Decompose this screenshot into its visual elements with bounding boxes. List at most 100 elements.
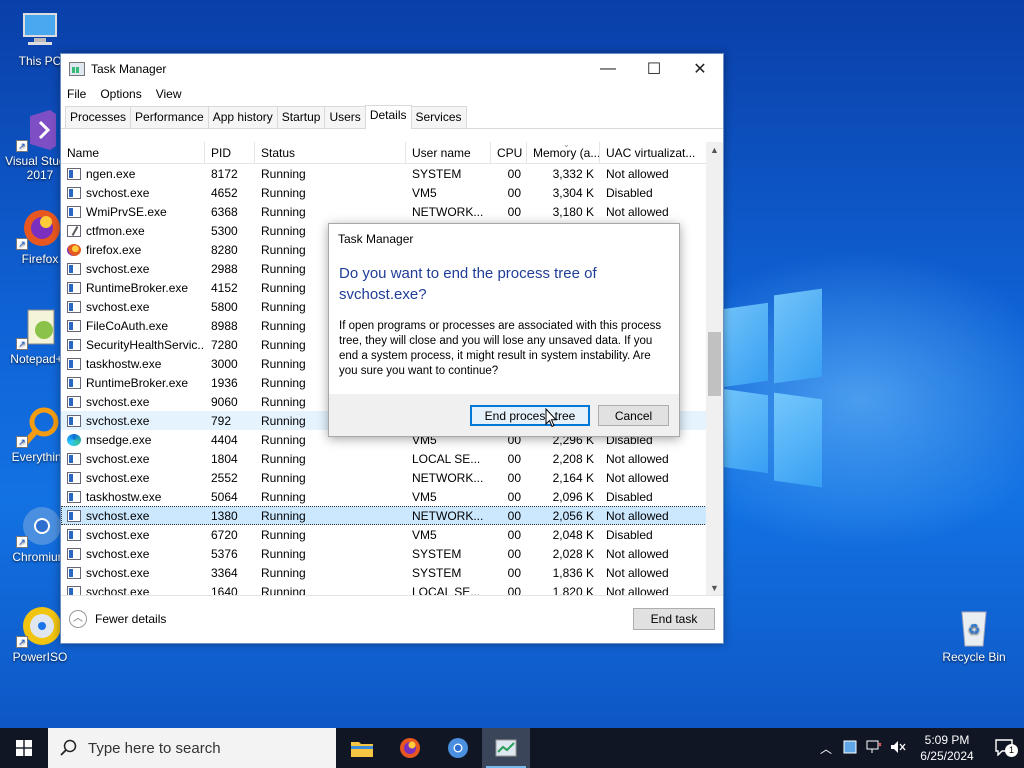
application-icon <box>67 566 81 579</box>
column-header-memory[interactable]: ⌄ Memory (a... <box>527 142 600 163</box>
column-header-pid[interactable]: PID <box>205 142 255 163</box>
pid-cell: 3364 <box>211 565 238 580</box>
tab-services[interactable]: Services <box>410 106 467 128</box>
column-header-name[interactable]: Name <box>61 142 205 163</box>
table-row[interactable]: svchost.exe 2552 Running NETWORK... 00 2,164 … <box>61 468 723 487</box>
memory-cell: 2,096 K <box>552 489 594 504</box>
clock[interactable]: 5:09 PM 6/25/2024 <box>910 732 984 764</box>
application-icon <box>67 414 81 427</box>
uac-cell: Not allowed <box>606 204 669 219</box>
end-process-tree-button[interactable]: End process tree <box>470 405 590 426</box>
tab-users[interactable]: Users <box>324 106 366 128</box>
menu-view[interactable]: View <box>156 87 182 101</box>
table-row[interactable]: svchost.exe 6720 Running VM5 00 2,048 K Disabl… <box>61 525 723 544</box>
tab-app-history[interactable]: App history <box>207 106 278 128</box>
chromium-icon <box>448 738 468 758</box>
end-process-tree-dialog: Task Manager Do you want to end the proc… <box>328 223 680 437</box>
process-name-cell: taskhostw.exe <box>61 357 205 371</box>
cancel-button[interactable]: Cancel <box>598 405 669 426</box>
table-row[interactable]: svchost.exe 1804 Running LOCAL SE... 00 2,208… <box>61 449 723 468</box>
uac-cell: Not allowed <box>606 508 669 523</box>
everything-search-icon: ↗ <box>16 404 64 448</box>
column-header-uac[interactable]: UAC virtualizat... <box>600 142 697 163</box>
application-icon <box>67 547 81 560</box>
volume-muted-icon[interactable] <box>886 740 910 757</box>
network-tray-icon[interactable] <box>838 740 862 757</box>
maximize-icon: ☐ <box>646 60 662 78</box>
cpu-cell: 00 <box>507 185 521 200</box>
user-name-cell: SYSTEM <box>412 565 462 580</box>
table-row[interactable]: WmiPrvSE.exe 6368 Running NETWORK... 00 3,180… <box>61 202 723 221</box>
user-name-cell: NETWORK... <box>412 508 484 523</box>
menu-file[interactable]: File <box>67 87 86 101</box>
chevron-up-icon[interactable]: ︿ <box>814 740 838 757</box>
desktop-icon-recycle-bin[interactable]: ♻ Recycle Bin <box>936 604 1012 664</box>
svg-text:♻: ♻ <box>968 621 981 637</box>
memory-cell: 2,028 K <box>552 546 594 561</box>
table-row[interactable]: svchost.exe 4652 Running VM5 00 3,304 K Disabl… <box>61 183 723 202</box>
title-bar[interactable]: Task Manager — ☐ ✕ <box>61 54 723 83</box>
taskbar-search-box[interactable]: Type here to search <box>48 728 336 768</box>
user-name-cell: SYSTEM <box>412 166 462 181</box>
task-manager-icon <box>495 739 517 757</box>
vertical-scrollbar[interactable]: ▲ ▼ <box>706 142 723 597</box>
pid-cell: 1936 <box>211 375 238 390</box>
start-button[interactable] <box>0 728 48 768</box>
process-name-cell: FileCoAuth.exe <box>61 319 205 333</box>
taskbar-chromium[interactable] <box>434 728 482 768</box>
cpu-cell: 00 <box>507 489 521 504</box>
process-name-cell: RuntimeBroker.exe <box>61 376 205 390</box>
scroll-up-icon[interactable]: ▲ <box>706 142 723 159</box>
firefox-icon <box>67 243 81 256</box>
tab-details[interactable]: Details <box>364 105 412 129</box>
column-header-user-name[interactable]: User name <box>406 142 491 163</box>
process-name-cell: svchost.exe <box>61 186 205 200</box>
memory-cell: 2,056 K <box>552 508 594 523</box>
action-center-button[interactable]: 1 <box>984 738 1024 759</box>
status-cell: Running <box>261 489 306 504</box>
pid-cell: 8280 <box>211 242 238 257</box>
uac-cell: Disabled <box>606 489 653 504</box>
mouse-cursor-icon <box>545 408 557 428</box>
pid-cell: 1380 <box>211 508 238 523</box>
clock-time: 5:09 PM <box>924 733 970 747</box>
menu-options[interactable]: Options <box>100 87 141 101</box>
end-task-button[interactable]: End task <box>633 608 715 630</box>
memory-cell: 2,048 K <box>552 527 594 542</box>
table-row[interactable]: taskhostw.exe 5064 Running VM5 00 2,096 K Disa… <box>61 487 723 506</box>
pid-cell: 5800 <box>211 299 238 314</box>
cpu-cell: 00 <box>507 166 521 181</box>
minimize-icon: — <box>600 59 616 77</box>
maximize-button[interactable]: ☐ <box>631 54 677 83</box>
application-icon <box>67 167 81 180</box>
edge-icon <box>67 433 81 446</box>
column-header-status[interactable]: Status <box>255 142 406 163</box>
process-name-cell: taskhostw.exe <box>61 490 205 504</box>
shortcut-arrow-icon: ↗ <box>16 238 28 250</box>
table-header: Name PID Status User name CPU ⌄ Memory (a… <box>61 142 723 164</box>
tab-performance[interactable]: Performance <box>130 106 209 128</box>
shortcut-arrow-icon: ↗ <box>16 536 28 548</box>
fewer-details-toggle[interactable]: ︿ Fewer details <box>69 610 166 628</box>
table-row[interactable]: svchost.exe 1380 Running NETWORK... 00 2,056 … <box>61 506 723 525</box>
taskbar-firefox[interactable] <box>386 728 434 768</box>
tab-startup[interactable]: Startup <box>276 106 326 128</box>
table-row[interactable]: ngen.exe 8172 Running SYSTEM 00 3,332 K Not al… <box>61 164 723 183</box>
minimize-button[interactable]: — <box>585 54 631 83</box>
desktop-network-icon[interactable] <box>862 740 886 757</box>
process-name-cell: svchost.exe <box>61 262 205 276</box>
memory-cell: 3,180 K <box>552 204 594 219</box>
tab-processes[interactable]: Processes <box>65 106 132 128</box>
status-cell: Running <box>261 204 306 219</box>
notepad-plus-plus-icon: ↗ <box>16 306 64 350</box>
table-row[interactable]: svchost.exe 3364 Running SYSTEM 00 1,836 K Not… <box>61 563 723 582</box>
close-button[interactable]: ✕ <box>677 54 723 83</box>
table-row[interactable]: svchost.exe 5376 Running SYSTEM 00 2,028 K Not… <box>61 544 723 563</box>
user-name-cell: VM5 <box>412 527 437 542</box>
uac-cell: Not allowed <box>606 470 669 485</box>
scrollbar-thumb[interactable] <box>708 332 721 396</box>
pid-cell: 5064 <box>211 489 238 504</box>
taskbar-file-explorer[interactable] <box>338 728 386 768</box>
taskbar-task-manager[interactable] <box>482 728 530 768</box>
column-header-cpu[interactable]: CPU <box>491 142 527 163</box>
